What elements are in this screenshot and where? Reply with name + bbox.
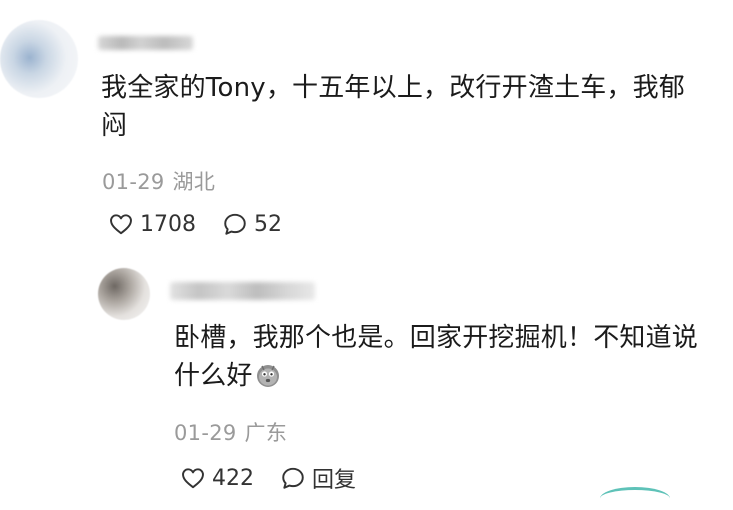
comment-actions: 422 回复	[180, 462, 356, 494]
heart-icon	[182, 468, 204, 489]
comment-text: 我全家的Tony，十五年以上，改行开渣土车，我郁闷	[101, 73, 686, 141]
comment-date: 01-29	[102, 170, 165, 194]
comment-date: 01-29	[174, 421, 237, 445]
reply-count: 52	[254, 211, 282, 237]
avatar[interactable]	[98, 268, 150, 320]
comment-location: 广东	[244, 421, 288, 445]
username-blurred[interactable]	[170, 282, 315, 300]
like-count: 422	[212, 465, 254, 491]
ghost-emoji-icon	[256, 365, 279, 387]
comment-location: 湖北	[172, 170, 216, 194]
comment-meta: 01-29 湖北	[102, 166, 215, 196]
partial-decoration	[600, 487, 670, 510]
heart-icon	[110, 214, 132, 235]
comment-meta: 01-29 广东	[174, 417, 287, 447]
reply-label: 回复	[312, 468, 357, 493]
speech-bubble-icon	[224, 213, 246, 235]
comment-text: 卧槽，我那个也是。回家开挖掘机！不知道说什么好	[174, 319, 719, 395]
avatar[interactable]	[0, 20, 78, 98]
comment-actions: 1708 52	[108, 211, 282, 237]
reply-button[interactable]: 52	[222, 211, 282, 237]
like-button[interactable]: 422	[180, 465, 254, 491]
username-blurred[interactable]	[98, 36, 193, 50]
reply-button[interactable]: 回复	[280, 462, 356, 494]
speech-bubble-icon	[282, 467, 304, 489]
like-button[interactable]: 1708	[108, 211, 196, 237]
like-count: 1708	[140, 211, 196, 237]
comment-text-content: 卧槽，我那个也是。回家开挖掘机！不知道说什么好	[174, 323, 699, 391]
